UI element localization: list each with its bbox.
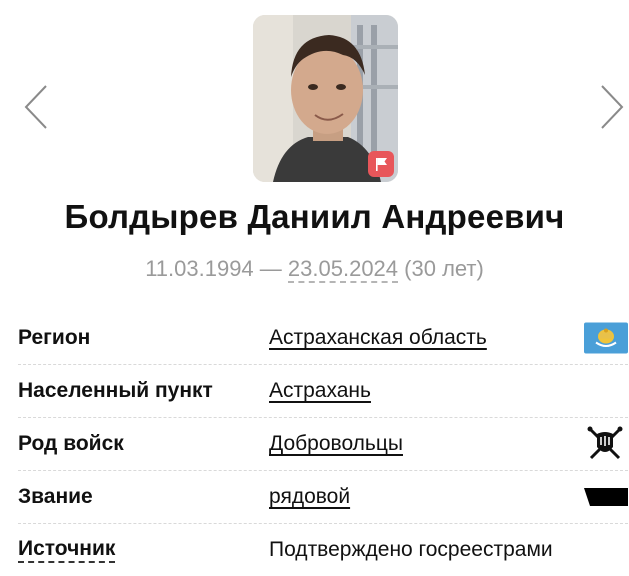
info-row-source: Источник Подтверждено госреестрами: [18, 524, 628, 576]
settlement-link[interactable]: Астрахань: [269, 379, 371, 403]
region-link[interactable]: Астраханская область: [269, 326, 487, 350]
date-separator: —: [259, 256, 282, 281]
death-date[interactable]: 23.05.2024: [287, 256, 399, 283]
region-emblem-icon: [584, 322, 628, 354]
profile-photo: [253, 15, 398, 182]
person-name: Болдырев Даниил Андреевич: [64, 198, 565, 235]
previous-arrow-icon[interactable]: [22, 84, 50, 130]
flag-badge-icon[interactable]: [368, 151, 394, 177]
info-table: Регион Астраханская область Населенный п…: [18, 312, 628, 576]
birth-date: 11.03.1994: [145, 256, 254, 281]
source-label-wrap: Источник: [18, 537, 269, 563]
next-arrow-icon[interactable]: [598, 84, 626, 130]
rank-insignia-icon: [584, 488, 628, 506]
rank-link[interactable]: рядовой: [269, 485, 350, 509]
info-row-rank: Звание рядовой: [18, 471, 628, 524]
rank-label: Звание: [18, 485, 93, 508]
source-label[interactable]: Источник: [18, 537, 116, 563]
info-row-region: Регион Астраханская область: [18, 312, 628, 365]
region-label: Регион: [18, 326, 91, 349]
volunteers-emblem-icon: [586, 425, 624, 463]
branch-link[interactable]: Добровольцы: [269, 432, 403, 456]
info-row-branch: Род войск Добровольцы: [18, 418, 628, 471]
source-value: Подтверждено госреестрами: [269, 538, 553, 561]
info-row-settlement: Населенный пункт Астрахань: [18, 365, 628, 418]
settlement-label: Населенный пункт: [18, 379, 213, 402]
life-dates: 11.03.1994 — 23.05.2024 (30 лет): [0, 256, 629, 283]
branch-label: Род войск: [18, 432, 124, 455]
age: (30 лет): [404, 256, 484, 281]
